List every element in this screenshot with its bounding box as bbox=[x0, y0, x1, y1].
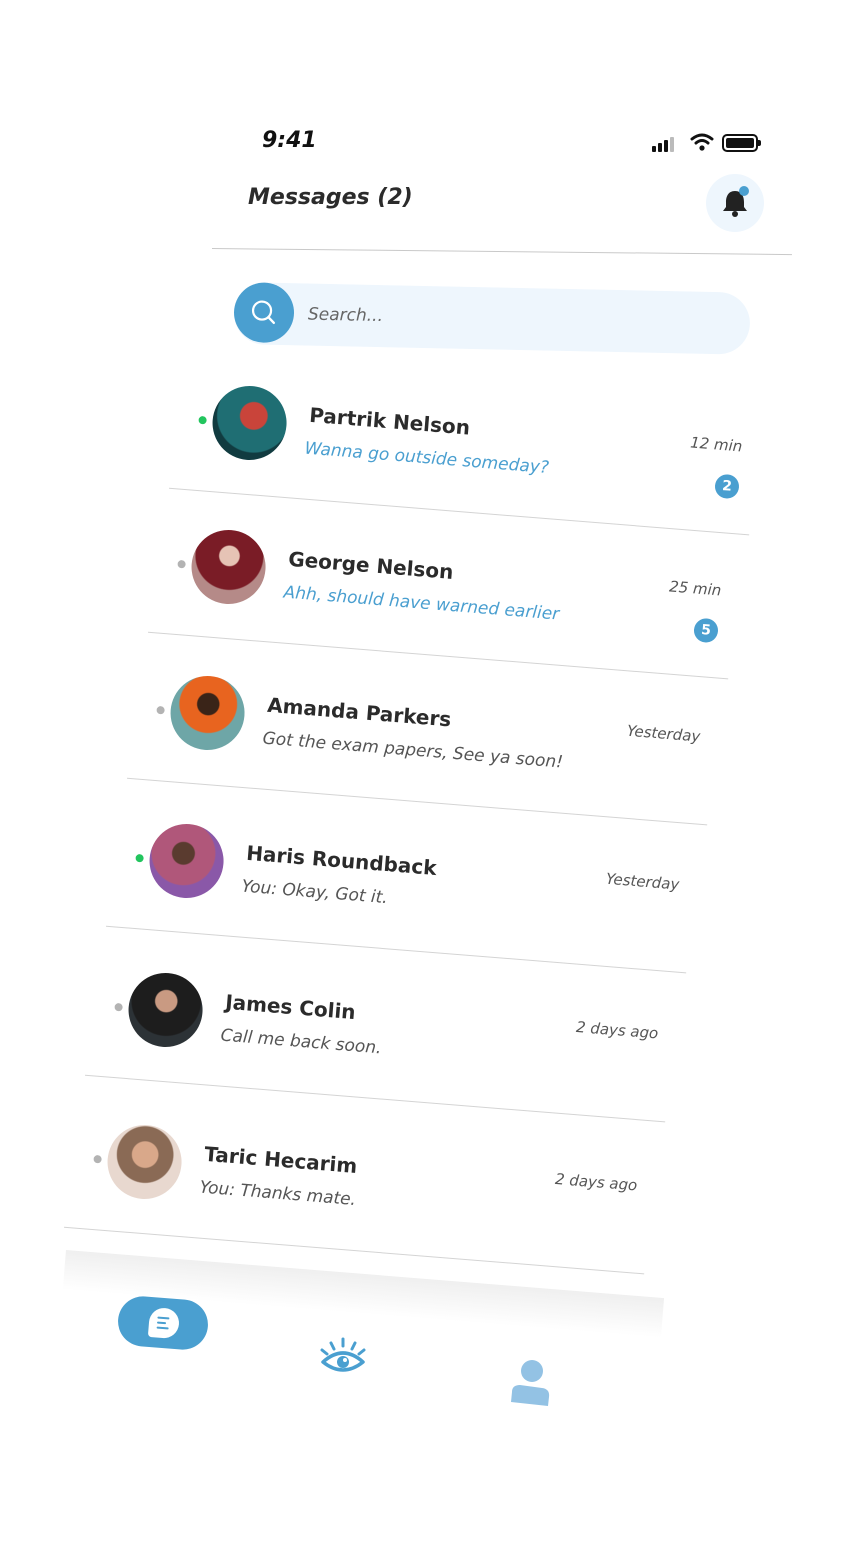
status-time: 9:41 bbox=[262, 128, 317, 153]
avatar bbox=[104, 1122, 185, 1202]
search-icon bbox=[251, 300, 276, 325]
eye-icon[interactable] bbox=[320, 1336, 366, 1378]
unread-badge: 5 bbox=[693, 617, 719, 644]
online-status-dot bbox=[177, 559, 186, 569]
message-time: 12 min bbox=[689, 433, 743, 456]
signal-icon bbox=[652, 136, 678, 152]
search-input[interactable] bbox=[305, 299, 711, 338]
online-status-dot bbox=[156, 705, 165, 715]
message-preview: Got the exam papers, See ya soon! bbox=[261, 728, 564, 773]
message-time: 25 min bbox=[668, 577, 722, 600]
row-divider bbox=[127, 777, 708, 826]
message-preview: Wanna go outside someday? bbox=[303, 438, 550, 479]
message-preview: Ahh, should have warned earlier bbox=[282, 582, 560, 625]
contact-name: Amanda Parkers bbox=[266, 692, 453, 732]
contact-name: Haris Roundback bbox=[245, 840, 438, 880]
bell-icon bbox=[723, 191, 747, 217]
contact-name: Taric Hecarim bbox=[203, 1141, 359, 1178]
message-time: 2 days ago bbox=[554, 1169, 638, 1195]
profile-icon[interactable] bbox=[508, 1358, 552, 1408]
row-divider bbox=[148, 631, 729, 680]
page-title: Messages (2) bbox=[248, 185, 413, 210]
wifi-icon bbox=[690, 133, 714, 151]
contact-name: Partrik Nelson bbox=[308, 402, 471, 440]
row-divider bbox=[106, 925, 687, 974]
notifications-button[interactable] bbox=[706, 174, 764, 232]
avatar bbox=[146, 821, 227, 901]
contact-name: George Nelson bbox=[287, 546, 455, 584]
online-status-dot bbox=[114, 1002, 123, 1012]
message-preview: You: Okay, Got it. bbox=[240, 876, 389, 909]
online-status-dot bbox=[135, 853, 144, 863]
online-status-dot bbox=[198, 415, 207, 425]
contact-name: James Colin bbox=[224, 989, 357, 1025]
search-bar[interactable] bbox=[233, 282, 751, 355]
avatar bbox=[188, 527, 269, 607]
search-button[interactable] bbox=[233, 282, 295, 344]
online-status-dot bbox=[93, 1154, 102, 1164]
message-preview: Call me back soon. bbox=[219, 1025, 383, 1059]
header-divider bbox=[211, 248, 792, 256]
unread-badge: 2 bbox=[714, 473, 740, 500]
message-time: Yesterday bbox=[626, 721, 701, 746]
nav-messages-button[interactable] bbox=[116, 1294, 210, 1352]
notification-dot bbox=[739, 186, 749, 196]
message-preview: You: Thanks mate. bbox=[198, 1177, 357, 1211]
message-time: 2 days ago bbox=[575, 1017, 659, 1043]
message-time: Yesterday bbox=[605, 869, 680, 894]
chat-icon bbox=[147, 1306, 181, 1340]
battery-icon bbox=[722, 134, 761, 152]
row-divider bbox=[85, 1074, 666, 1123]
avatar bbox=[209, 383, 290, 463]
avatar bbox=[167, 673, 248, 753]
avatar bbox=[125, 970, 206, 1050]
